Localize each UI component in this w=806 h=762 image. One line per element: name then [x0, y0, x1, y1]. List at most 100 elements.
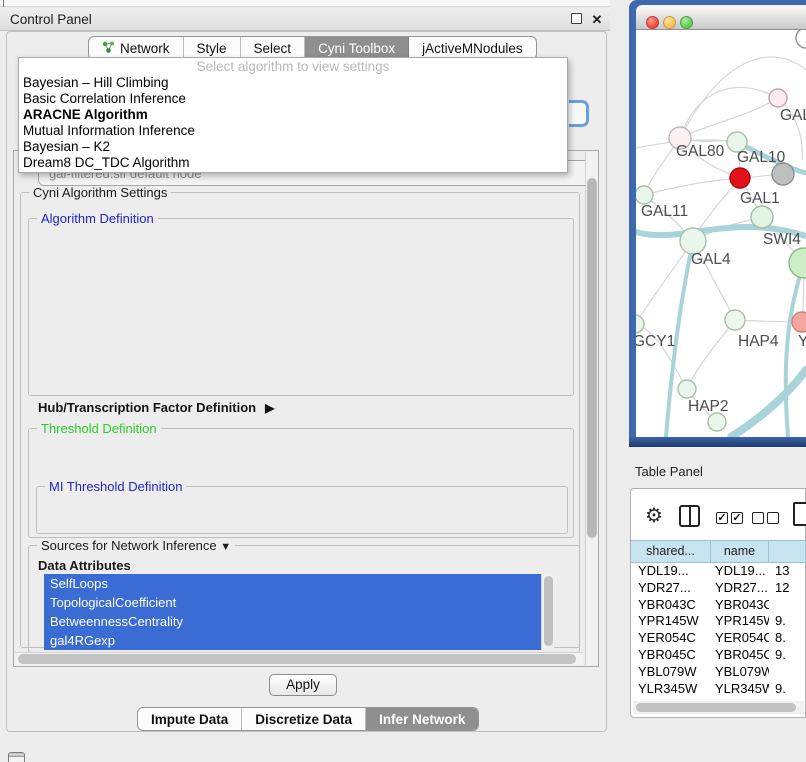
table-row[interactable]: YBR043CYBR043C: [631, 597, 806, 614]
tab-infer-network[interactable]: Infer Network: [366, 708, 478, 730]
table-cell: YBR043C: [711, 597, 769, 614]
expander-arrow-icon: ▶: [265, 401, 274, 415]
network-node-gal[interactable]: [769, 89, 787, 107]
network-canvas[interactable]: GALGAL80GAL10GAL1GAL11SWI4GAL4GCY1HAP4YH…: [636, 30, 806, 437]
column-header[interactable]: [769, 541, 806, 562]
hub-factor-expander[interactable]: Hub/Transcription Factor Definition ▶: [38, 400, 274, 415]
top-strip: [0, 0, 610, 7]
gear-icon[interactable]: ⚙: [645, 503, 663, 529]
restore-panel-icon[interactable]: [8, 752, 25, 762]
apply-button[interactable]: Apply: [269, 674, 337, 696]
threshold-definition-legend: Threshold Definition: [37, 421, 161, 436]
network-tab-icon: [102, 41, 115, 56]
mi-threshold-legend: MI Threshold Definition: [45, 479, 186, 494]
table-cell: YDL19...: [631, 563, 711, 580]
table-cell: YPR145W: [631, 613, 711, 630]
table-horizontal-scrollbar-thumb[interactable]: [636, 703, 796, 712]
table-cell: [769, 664, 806, 681]
tab-style[interactable]: Style: [184, 37, 241, 59]
mac-minimize-icon[interactable]: [663, 16, 676, 29]
table-row[interactable]: YPR145WYPR145W9.: [631, 613, 806, 630]
network-node-hap2[interactable]: [678, 380, 696, 398]
tab-jactivemnodules[interactable]: jActiveMNodules: [409, 37, 536, 59]
network-node-gal1[interactable]: [730, 168, 750, 188]
hub-factor-label: Hub/Transcription Factor Definition: [38, 400, 256, 415]
tab-label: Impute Data: [151, 712, 228, 727]
select-all-check-icon[interactable]: ✓: [731, 512, 743, 524]
settings-horizontal-scrollbar-thumb[interactable]: [18, 654, 576, 664]
network-node-label: HAP4: [738, 333, 779, 350]
dropdown-item[interactable]: Bayesian – Hill Climbing: [19, 75, 567, 91]
table-row[interactable]: YER054CYER054C8.: [631, 630, 806, 647]
network-node-swi4[interactable]: [789, 248, 806, 278]
table-row[interactable]: YIL052CYIL052C9.: [631, 697, 806, 700]
algorithm-definition-group: Algorithm Definition: [28, 218, 574, 396]
focused-combo-fragment[interactable]: [569, 100, 589, 127]
attribute-list-item[interactable]: TopologicalCoefficient: [44, 593, 541, 612]
network-window-titlebar: [636, 5, 806, 30]
column-header[interactable]: name: [711, 541, 769, 562]
mac-zoom-icon[interactable]: [680, 16, 693, 29]
network-node-gcy1[interactable]: [636, 315, 644, 333]
algorithm-definition-legend: Algorithm Definition: [37, 211, 158, 226]
tab-impute-data[interactable]: Impute Data: [138, 708, 242, 730]
table-panel-title: Table Panel: [635, 464, 703, 479]
dropdown-item[interactable]: Mutual Information Inference: [19, 123, 567, 139]
deselect-all-icon[interactable]: [767, 512, 779, 524]
table-body: YDL19...YDL19...13YDR27...YDR27...12YBR0…: [631, 563, 806, 700]
dropdown-item[interactable]: Bayesian – K2: [19, 139, 567, 155]
table-cell: 12: [769, 580, 806, 597]
tab-network[interactable]: Network: [89, 37, 184, 59]
tab-discretize-data[interactable]: Discretize Data: [242, 708, 366, 730]
dropdown-item[interactable]: Dream8 DC_TDC Algorithm: [19, 155, 567, 171]
mac-close-icon[interactable]: [646, 16, 659, 29]
attribute-list-scrollbar[interactable]: [541, 574, 554, 650]
sources-collapse-arrow-icon[interactable]: ▼: [220, 541, 231, 553]
data-attributes-list: SelfLoopsTopologicalCoefficientBetweenne…: [44, 574, 541, 650]
network-node-hap4[interactable]: [725, 310, 745, 330]
table-cell: 9.: [769, 681, 806, 698]
deselect-all-icon[interactable]: [752, 512, 764, 524]
column-header[interactable]: shared...: [631, 541, 711, 562]
network-node[interactable]: [708, 413, 726, 431]
network-node-label: GAL1: [740, 190, 780, 207]
table-cell: YLR345W: [711, 681, 769, 698]
tab-select[interactable]: Select: [241, 37, 306, 59]
bottom-tabs: Impute Data Discretize DataInfer Network: [137, 707, 479, 731]
table-row[interactable]: YLR345WYLR345W9.: [631, 681, 806, 698]
settings-vertical-scrollbar-thumb[interactable]: [587, 178, 597, 538]
network-node-y[interactable]: [792, 312, 806, 332]
attribute-list-item[interactable]: gal4RGexp: [44, 631, 541, 650]
table-cell: YIL052C: [631, 697, 711, 700]
table-cell: YIL052C: [711, 697, 769, 700]
table-cell: 9.: [769, 647, 806, 664]
text-caret: [3, 0, 4, 7]
table-cell: [769, 597, 806, 614]
export-table-icon[interactable]: [793, 502, 806, 526]
table-header: shared...name: [631, 540, 806, 563]
table-cell: YBR043C: [631, 597, 711, 614]
network-node[interactable]: [772, 163, 794, 185]
attribute-list-item[interactable]: SelfLoops: [44, 574, 541, 593]
network-node-gal11[interactable]: [636, 186, 653, 204]
select-all-check-icon[interactable]: ✓: [716, 512, 728, 524]
table-row[interactable]: YBL079WYBL079W: [631, 664, 806, 681]
table-row[interactable]: YDL19...YDL19...13: [631, 563, 806, 580]
float-window-icon[interactable]: [571, 13, 582, 24]
control-panel-titlebar: Control Panel: [0, 8, 610, 31]
tab-cyni-toolbox[interactable]: Cyni Toolbox: [305, 37, 409, 59]
table-cell: 8.: [769, 630, 806, 647]
dropdown-item[interactable]: Basic Correlation Inference: [19, 91, 567, 107]
table-row[interactable]: YBR045CYBR045C9.: [631, 647, 806, 664]
table-cell: YDR27...: [711, 580, 769, 597]
tab-label: Network: [120, 41, 170, 56]
network-node-label: GAL: [780, 107, 806, 124]
network-node[interactable]: [751, 206, 773, 228]
columns-icon[interactable]: [679, 505, 700, 527]
attribute-list-item[interactable]: BetweennessCentrality: [44, 612, 541, 631]
table-cell: YBR045C: [631, 647, 711, 664]
table-row[interactable]: YDR27...YDR27...12: [631, 580, 806, 597]
dropdown-item[interactable]: ARACNE Algorithm: [19, 107, 567, 123]
clipped-bubble: [796, 30, 806, 48]
close-icon[interactable]: ✕: [589, 8, 605, 31]
